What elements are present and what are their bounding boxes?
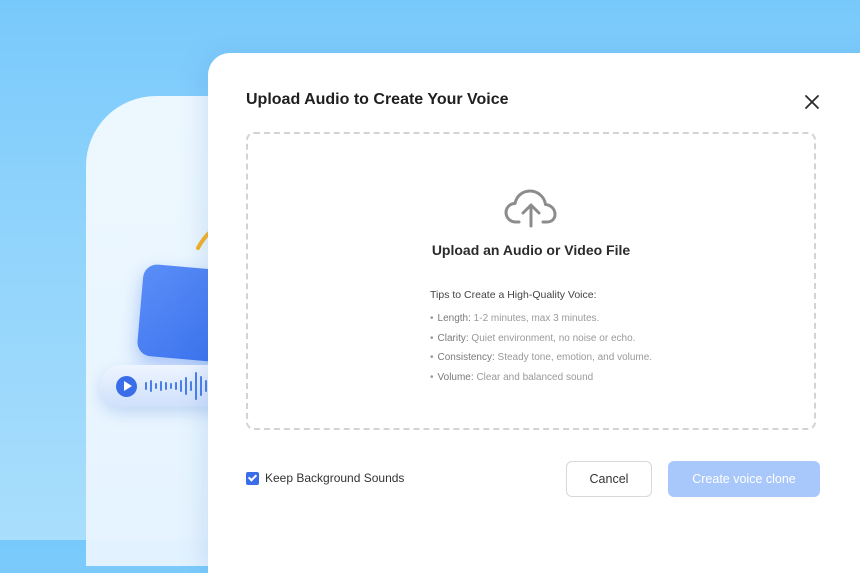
tip-text: 1-2 minutes, max 3 minutes. — [473, 313, 600, 324]
tip-text: Clear and balanced sound — [476, 371, 594, 383]
tip-key: Volume: — [437, 371, 474, 383]
upload-modal: Upload Audio to Create Your Voice Upload… — [208, 53, 860, 573]
create-voice-clone-button[interactable]: Create voice clone — [668, 461, 820, 497]
tip-text: Quiet environment, no noise or echo. — [471, 332, 636, 344]
upload-title: Upload an Audio or Video File — [431, 242, 631, 258]
tip-clarity: • Clarity: Quiet environment, no noise or… — [430, 332, 636, 344]
keep-background-label: Keep Background Sounds — [265, 471, 405, 485]
cloud-upload-icon — [504, 189, 557, 228]
keep-background-checkbox[interactable] — [246, 471, 259, 485]
cancel-button[interactable]: Cancel — [566, 461, 652, 497]
tip-length: • Length: 1-2 minutes, max 3 minutes. — [430, 313, 600, 324]
tip-text: Steady tone, emotion, and volume. — [497, 352, 653, 363]
close-button[interactable] — [801, 91, 823, 113]
tip-key: Length: — [437, 313, 471, 324]
upload-dropzone[interactable]: Upload an Audio or Video File Tips to Cr… — [246, 132, 816, 430]
tip-consistency: • Consistency: Steady tone, emotion, and … — [430, 352, 653, 363]
close-icon — [805, 95, 819, 109]
keep-background-toggle[interactable]: Keep Background Sounds — [246, 471, 404, 485]
tip-volume: • Volume: Clear and balanced sound — [430, 371, 594, 383]
tip-key: Clarity: — [437, 332, 469, 344]
tips-section: Tips to Create a High-Quality Voice: • Le… — [430, 289, 790, 391]
tip-key: Consistency: — [437, 352, 495, 363]
tips-heading: Tips to Create a High-Quality Voice: — [430, 289, 597, 301]
modal-title: Upload Audio to Create Your Voice — [246, 91, 509, 108]
